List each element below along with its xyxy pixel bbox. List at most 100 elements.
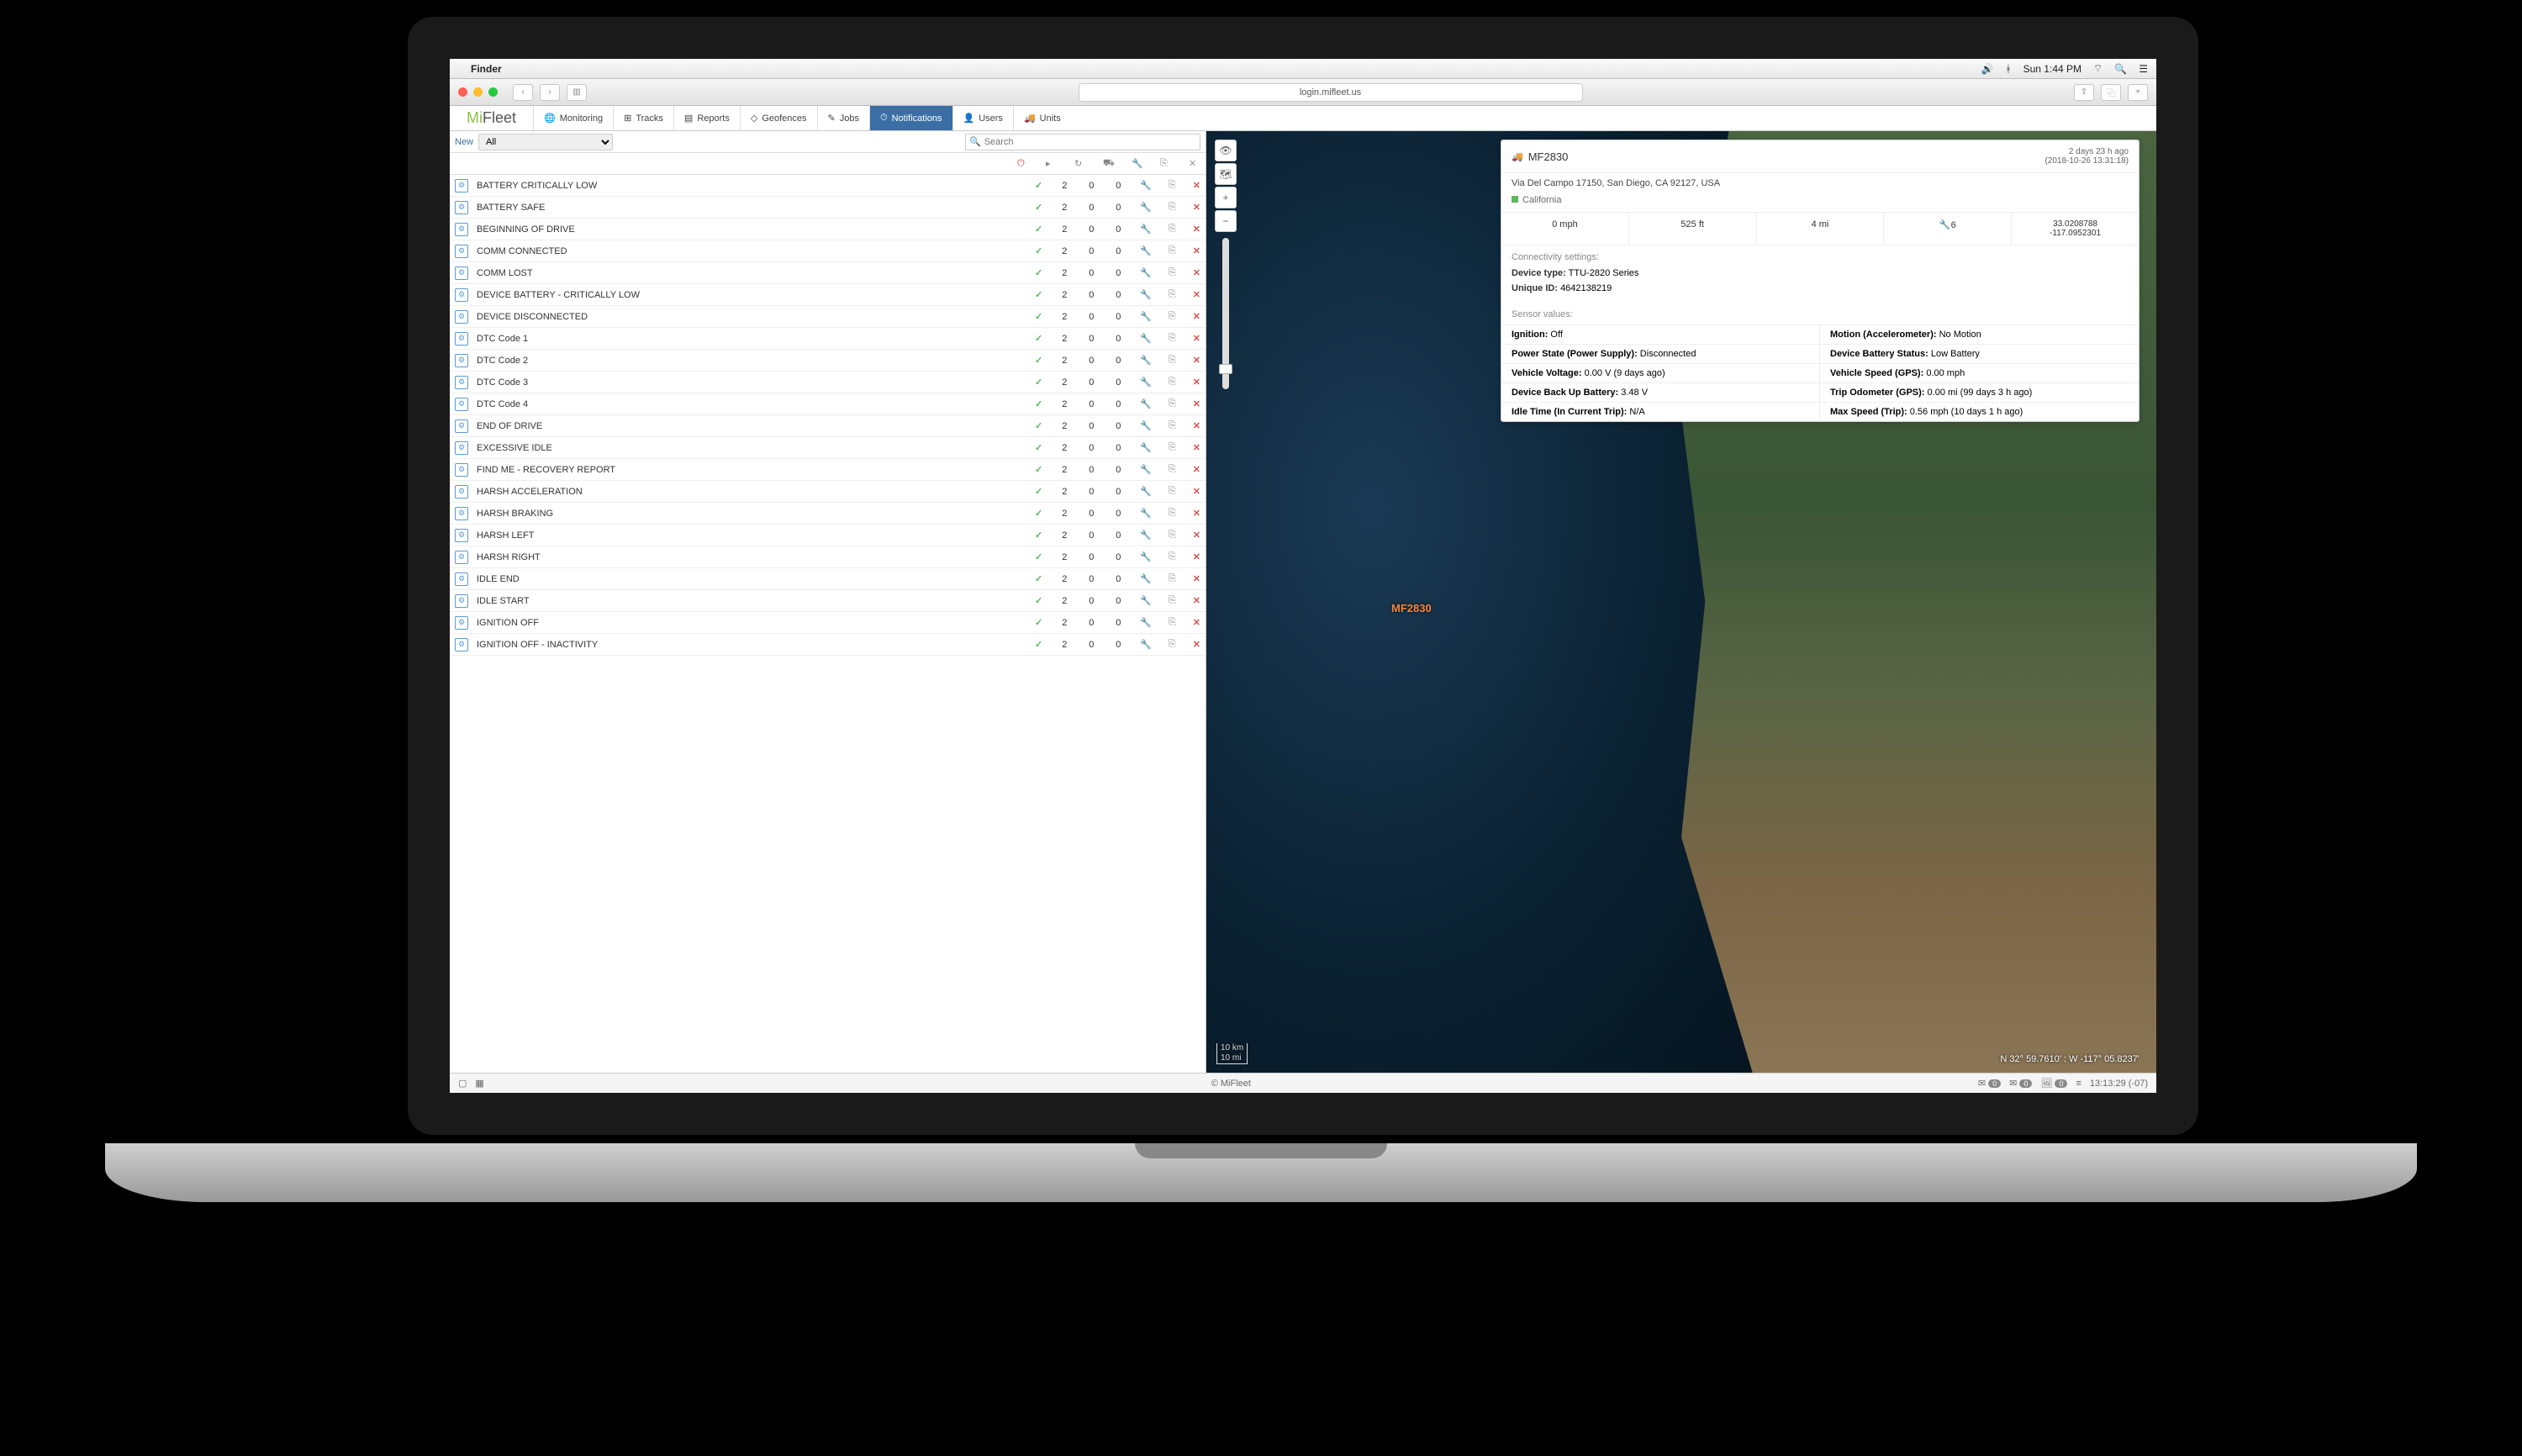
zoom-in-button[interactable]: + [1215, 187, 1237, 208]
wrench-icon[interactable]: 🔧 [1140, 617, 1152, 628]
close-icon[interactable]: ✕ [1189, 158, 1200, 170]
tab-users[interactable]: 👤Users [952, 106, 1013, 130]
mail-icon[interactable]: ✉ 0 [1978, 1078, 2001, 1089]
notification-row[interactable]: DEVICE BATTERY - CRITICALLY LOW✓200🔧⎘✕ [450, 284, 1206, 306]
copy-icon[interactable]: ⎘ [1169, 551, 1176, 562]
wrench-icon[interactable]: 🔧 [1140, 442, 1152, 453]
check-icon[interactable]: ✓ [1035, 289, 1042, 300]
share-button[interactable]: ⇪ [2074, 84, 2094, 101]
delete-icon[interactable]: ✕ [1193, 530, 1200, 541]
notification-row[interactable]: IGNITION OFF✓200🔧⎘✕ [450, 612, 1206, 634]
view-toggle-panel-icon[interactable]: ▢ [458, 1078, 467, 1089]
check-icon[interactable]: ✓ [1035, 486, 1042, 497]
delete-icon[interactable]: ✕ [1193, 551, 1200, 562]
minimize-window-button[interactable] [473, 87, 483, 97]
search-input[interactable]: 🔍 [965, 134, 1200, 150]
copy-icon[interactable]: ⎘ [1169, 267, 1176, 278]
view-grid-icon[interactable]: ▦ [475, 1078, 483, 1089]
copy-icon[interactable]: ⎘ [1169, 355, 1176, 366]
delete-icon[interactable]: ✕ [1193, 267, 1200, 278]
notification-row[interactable]: IDLE START✓200🔧⎘✕ [450, 590, 1206, 612]
check-icon[interactable]: ✓ [1035, 398, 1042, 409]
check-icon[interactable]: ✓ [1035, 245, 1042, 256]
back-button[interactable]: ‹ [513, 84, 533, 101]
copy-icon[interactable]: ⎘ [1169, 245, 1176, 256]
delete-icon[interactable]: ✕ [1193, 595, 1200, 606]
image-icon[interactable]: 🖼 0 [2040, 1078, 2067, 1089]
wrench-icon[interactable]: 🔧 [1140, 420, 1152, 431]
notification-row[interactable]: BEGINNING OF DRIVE✓200🔧⎘✕ [450, 219, 1206, 240]
check-icon[interactable]: ✓ [1035, 573, 1042, 584]
wrench-icon[interactable]: 🔧 [1140, 289, 1152, 300]
zoom-slider[interactable] [1222, 238, 1229, 389]
notification-row[interactable]: FIND ME - RECOVERY REPORT✓200🔧⎘✕ [450, 459, 1206, 481]
copy-icon[interactable]: ⎘ [1169, 530, 1176, 541]
delete-icon[interactable]: ✕ [1193, 355, 1200, 366]
tab-reports[interactable]: ▤Reports [673, 106, 740, 130]
notification-row[interactable]: BATTERY SAFE✓200🔧⎘✕ [450, 197, 1206, 219]
wrench-icon[interactable]: 🔧 [1140, 595, 1152, 606]
wrench-icon[interactable]: 🔧 [1140, 355, 1152, 366]
delete-icon[interactable]: ✕ [1193, 311, 1200, 322]
delete-icon[interactable]: ✕ [1193, 508, 1200, 519]
settings-icon[interactable]: 🔧 [1132, 158, 1143, 170]
copy-icon[interactable]: ⎘ [1169, 464, 1176, 475]
wrench-icon[interactable]: 🔧 [1140, 639, 1152, 650]
check-icon[interactable]: ✓ [1035, 311, 1042, 322]
wrench-icon[interactable]: 🔧 [1140, 267, 1152, 278]
delete-icon[interactable]: ✕ [1193, 464, 1200, 475]
delete-icon[interactable]: ✕ [1193, 224, 1200, 235]
delete-icon[interactable]: ✕ [1193, 333, 1200, 344]
copy-icon[interactable]: ⎘ [1169, 180, 1176, 191]
copy-icon[interactable]: ⎘ [1169, 311, 1176, 322]
filter-select[interactable]: All [478, 134, 613, 150]
wrench-icon[interactable]: 🔧 [1140, 333, 1152, 344]
notification-row[interactable]: EXCESSIVE IDLE✓200🔧⎘✕ [450, 437, 1206, 459]
copy-icon[interactable]: ⎘ [1169, 639, 1176, 650]
copy-icon[interactable]: ⎘ [1169, 420, 1176, 431]
wrench-icon[interactable]: 🔧 [1140, 180, 1152, 191]
notification-row[interactable]: END OF DRIVE✓200🔧⎘✕ [450, 415, 1206, 437]
copy-icon[interactable]: ⎘ [1169, 202, 1176, 213]
tab-jobs[interactable]: ✎Jobs [817, 106, 869, 130]
delete-icon[interactable]: ✕ [1193, 617, 1200, 628]
close-window-button[interactable] [458, 87, 467, 97]
wrench-icon[interactable]: 🔧 [1140, 311, 1152, 322]
volume-icon[interactable]: 🔊 [1981, 63, 1993, 75]
delete-icon[interactable]: ✕ [1193, 486, 1200, 497]
delete-icon[interactable]: ✕ [1193, 202, 1200, 213]
map-layers-button[interactable]: 🗺 [1215, 163, 1237, 185]
notification-row[interactable]: HARSH BRAKING✓200🔧⎘✕ [450, 503, 1206, 525]
refresh-icon[interactable]: ↻ [1074, 158, 1086, 170]
check-icon[interactable]: ✓ [1035, 202, 1042, 213]
tab-notifications[interactable]: ⏱Notifications [869, 106, 952, 130]
check-icon[interactable]: ✓ [1035, 420, 1042, 431]
check-icon[interactable]: ✓ [1035, 551, 1042, 562]
check-icon[interactable]: ✓ [1035, 224, 1042, 235]
check-icon[interactable]: ✓ [1035, 530, 1042, 541]
notification-row[interactable]: DTC Code 2✓200🔧⎘✕ [450, 350, 1206, 372]
delete-icon[interactable]: ✕ [1193, 398, 1200, 409]
map-visibility-button[interactable]: 👁 [1215, 140, 1237, 161]
copy-icon[interactable]: ⎘ [1169, 486, 1176, 497]
copy-icon[interactable]: ⎘ [1169, 333, 1176, 344]
bluetooth-icon[interactable]: ᚼ [2005, 63, 2011, 75]
wrench-icon[interactable]: 🔧 [1140, 486, 1152, 497]
check-icon[interactable]: ✓ [1035, 333, 1042, 344]
tabs-button[interactable]: ⿻ [2101, 84, 2121, 101]
notification-row[interactable]: COMM CONNECTED✓200🔧⎘✕ [450, 240, 1206, 262]
zoom-out-button[interactable]: − [1215, 210, 1237, 232]
wrench-icon[interactable]: 🔧 [1140, 508, 1152, 519]
menubar-clock[interactable]: Sun 1:44 PM [2023, 63, 2081, 75]
check-icon[interactable]: ✓ [1035, 508, 1042, 519]
delete-icon[interactable]: ✕ [1193, 289, 1200, 300]
copy-icon[interactable]: ⎘ [1169, 224, 1176, 235]
map-unit-marker[interactable]: MF2830 [1391, 602, 1432, 615]
wifi-icon[interactable]: ⌔ [2093, 62, 2103, 75]
wrench-icon[interactable]: 🔧 [1140, 530, 1152, 541]
check-icon[interactable]: ✓ [1035, 267, 1042, 278]
tab-monitoring[interactable]: 🌐Monitoring [533, 106, 613, 130]
notification-row[interactable]: HARSH ACCELERATION✓200🔧⎘✕ [450, 481, 1206, 503]
message-icon[interactable]: ✉ 0 [2009, 1078, 2032, 1089]
notification-row[interactable]: IDLE END✓200🔧⎘✕ [450, 568, 1206, 590]
